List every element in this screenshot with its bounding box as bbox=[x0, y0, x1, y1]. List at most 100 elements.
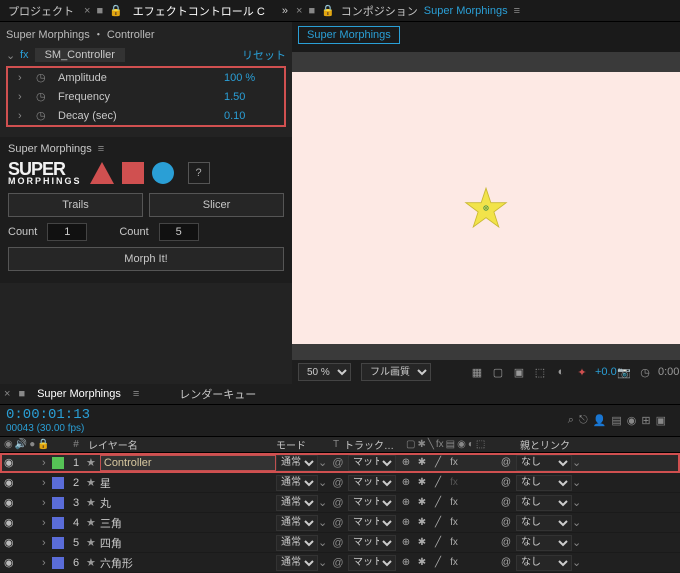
frame-blend-icon[interactable]: ▤ bbox=[611, 414, 621, 427]
preview-time-icon[interactable]: ◷ bbox=[637, 366, 653, 379]
pickwhip-icon[interactable]: @ bbox=[500, 517, 512, 528]
pickwhip-icon[interactable]: @ bbox=[328, 537, 348, 549]
twirl-icon[interactable]: › bbox=[42, 557, 50, 569]
switch-fx[interactable]: fx bbox=[448, 497, 460, 508]
slicer-count-input[interactable] bbox=[159, 223, 199, 241]
visibility-toggle[interactable]: ◉ bbox=[4, 516, 16, 529]
twirl-icon[interactable]: › bbox=[42, 497, 50, 509]
twirl-icon[interactable]: › bbox=[42, 457, 50, 469]
property-row[interactable]: ›◷Frequency1.50 bbox=[8, 87, 284, 106]
pickwhip-icon[interactable]: @ bbox=[328, 457, 348, 469]
switch-shy[interactable]: ⊕ bbox=[400, 497, 412, 508]
property-value[interactable]: 100 % bbox=[224, 72, 274, 84]
layer-name[interactable]: 四角 bbox=[100, 535, 276, 551]
switch-fx[interactable]: fx bbox=[448, 457, 460, 468]
layer-row[interactable]: ◉›3★丸通常⌄@マット …⊕✱╱fx@なし⌄ bbox=[0, 493, 680, 513]
slicer-button[interactable]: Slicer bbox=[149, 193, 284, 217]
track-matte-select[interactable]: マット … bbox=[348, 515, 396, 531]
draft-3d-icon[interactable]: ▣ bbox=[656, 414, 666, 427]
switch-collapse[interactable]: ✱ bbox=[416, 557, 428, 568]
trails-button[interactable]: Trails bbox=[8, 193, 143, 217]
parent-select[interactable]: なし bbox=[516, 555, 572, 571]
shy-icon[interactable]: 👤 bbox=[593, 414, 607, 427]
tab-render-queue[interactable]: レンダーキュー bbox=[175, 384, 260, 404]
audio-column-icon[interactable]: 🔊 bbox=[15, 439, 27, 450]
visibility-toggle[interactable]: ◉ bbox=[4, 496, 16, 509]
panel-menu-icon[interactable]: ≡ bbox=[98, 143, 104, 155]
property-row[interactable]: ›◷Amplitude100 % bbox=[8, 68, 284, 87]
layer-row[interactable]: ◉›1★Controller通常⌄@マット …⊕✱╱fx@なし⌄ bbox=[0, 453, 680, 473]
label-color[interactable] bbox=[52, 517, 64, 529]
visibility-toggle[interactable]: ◉ bbox=[4, 476, 16, 489]
snapshot-icon[interactable]: ■ bbox=[18, 388, 25, 400]
switch-quality[interactable]: ╱ bbox=[432, 557, 444, 568]
blend-mode-select[interactable]: 通常 bbox=[276, 455, 318, 471]
region-icon[interactable]: ⬚ bbox=[532, 366, 548, 379]
blend-mode-select[interactable]: 通常 bbox=[276, 555, 318, 571]
tab-project[interactable]: プロジェクト bbox=[4, 1, 78, 21]
switch-collapse[interactable]: ✱ bbox=[416, 537, 428, 548]
morph-it-button[interactable]: Morph It! bbox=[8, 247, 284, 271]
switch-shy[interactable]: ⊕ bbox=[400, 457, 412, 468]
switch-quality[interactable]: ╱ bbox=[432, 497, 444, 508]
layer-row[interactable]: ◉›6★六角形通常⌄@マット …⊕✱╱fx@なし⌄ bbox=[0, 553, 680, 573]
search-icon[interactable]: ⌕ bbox=[568, 414, 574, 427]
composition-viewer[interactable]: 50 % フル画質 ▦ ▢ ▣ ⬚ ◐ ✦ +0.0 📷 ◷ 0:00:0 bbox=[292, 52, 680, 384]
twirl-icon[interactable]: › bbox=[18, 72, 26, 84]
stopwatch-icon[interactable]: ◷ bbox=[36, 109, 48, 122]
property-value[interactable]: 1.50 bbox=[224, 91, 274, 103]
pickwhip-icon[interactable]: @ bbox=[500, 477, 512, 488]
effect-row[interactable]: ⌄ fx SM_Controller リセット bbox=[0, 46, 292, 64]
channel-icon[interactable]: ◐ bbox=[553, 366, 569, 378]
graph-editor-icon[interactable]: ⊞ bbox=[641, 414, 650, 427]
pickwhip-icon[interactable]: @ bbox=[500, 557, 512, 568]
twirl-icon[interactable]: › bbox=[18, 91, 26, 103]
twirl-icon[interactable]: › bbox=[42, 477, 50, 489]
snapshot-icon[interactable]: 📷 bbox=[616, 366, 632, 379]
lock-icon[interactable]: 🔒 bbox=[321, 4, 335, 17]
switch-fx[interactable]: fx bbox=[448, 477, 460, 488]
switch-quality[interactable]: ╱ bbox=[432, 477, 444, 488]
property-row[interactable]: ›◷Decay (sec)0.10 bbox=[8, 106, 284, 125]
comp-name[interactable]: Super Morphings bbox=[424, 5, 508, 17]
switch-shy[interactable]: ⊕ bbox=[400, 517, 412, 528]
switch-fx[interactable]: fx bbox=[448, 537, 460, 548]
help-button[interactable]: ? bbox=[188, 162, 210, 184]
tab-effect-controls[interactable]: エフェクトコントロール C bbox=[129, 1, 269, 21]
lock-icon[interactable]: 🔒 bbox=[109, 4, 123, 17]
layer-name[interactable]: 丸 bbox=[100, 495, 276, 511]
twirl-icon[interactable]: › bbox=[42, 517, 50, 529]
reset-link[interactable]: リセット bbox=[242, 47, 286, 63]
stopwatch-icon[interactable]: ◷ bbox=[36, 90, 48, 103]
snapshot-icon[interactable]: ■ bbox=[96, 5, 103, 17]
solo-column-icon[interactable]: ● bbox=[29, 439, 35, 450]
parent-select[interactable]: なし bbox=[516, 475, 572, 491]
layer-name[interactable]: 三角 bbox=[100, 515, 276, 531]
visibility-toggle[interactable]: ◉ bbox=[4, 556, 16, 569]
guides-icon[interactable]: ▢ bbox=[490, 366, 506, 379]
track-matte-select[interactable]: マット … bbox=[348, 555, 396, 571]
twirl-icon[interactable]: › bbox=[18, 110, 26, 122]
stopwatch-icon[interactable]: ◷ bbox=[36, 71, 48, 84]
blend-mode-select[interactable]: 通常 bbox=[276, 475, 318, 491]
visibility-toggle[interactable]: ◉ bbox=[4, 456, 16, 469]
layer-name[interactable]: Controller bbox=[100, 455, 276, 471]
zoom-select[interactable]: 50 % bbox=[298, 363, 351, 381]
switch-collapse[interactable]: ✱ bbox=[416, 477, 428, 488]
layer-row[interactable]: ◉›4★三角通常⌄@マット …⊕✱╱fx@なし⌄ bbox=[0, 513, 680, 533]
pickwhip-icon[interactable]: @ bbox=[500, 497, 512, 508]
pickwhip-icon[interactable]: @ bbox=[328, 517, 348, 529]
tab-close-icon[interactable]: × bbox=[296, 5, 302, 17]
eye-column-icon[interactable]: ◉ bbox=[4, 439, 13, 450]
mask-icon[interactable]: ▣ bbox=[511, 366, 527, 379]
track-matte-select[interactable]: マット … bbox=[348, 455, 396, 471]
label-color[interactable] bbox=[52, 457, 64, 469]
comp-inner-tab[interactable]: Super Morphings bbox=[298, 26, 400, 44]
pickwhip-icon[interactable]: @ bbox=[328, 477, 348, 489]
switch-quality[interactable]: ╱ bbox=[432, 537, 444, 548]
panel-menu-icon[interactable]: » bbox=[282, 5, 288, 17]
parent-select[interactable]: なし bbox=[516, 495, 572, 511]
label-color[interactable] bbox=[52, 477, 64, 489]
layer-name[interactable]: 星 bbox=[100, 475, 276, 491]
panel-menu-icon[interactable]: ≡ bbox=[514, 5, 520, 17]
